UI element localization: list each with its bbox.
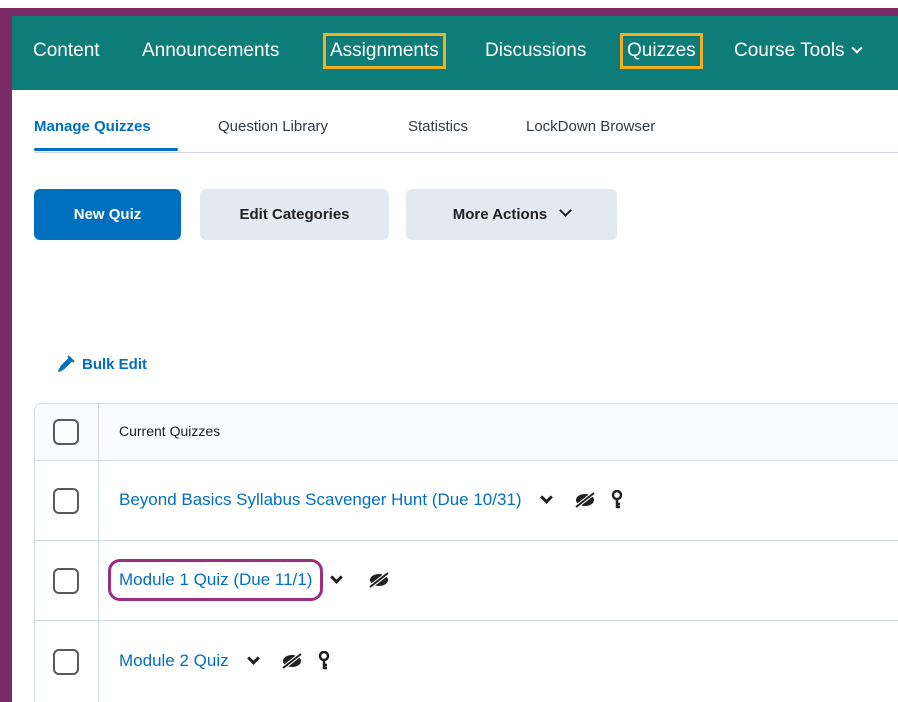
column-header-current-quizzes: Current Quizzes (119, 423, 221, 439)
nav-course-tools[interactable]: Course Tools (734, 40, 863, 62)
chevron-down-icon[interactable] (539, 490, 553, 504)
new-quiz-label: New Quiz (73, 206, 142, 223)
more-actions-label: More Actions (452, 206, 548, 223)
new-quiz-button[interactable]: New Quiz (34, 189, 181, 240)
restricted-key-icon (318, 651, 330, 671)
chevron-down-icon[interactable] (330, 570, 344, 584)
nav-announcements[interactable]: Announcements (142, 40, 279, 62)
tab-statistics[interactable]: Statistics (408, 118, 468, 135)
bulk-edit-button[interactable]: Bulk Edit (56, 353, 147, 375)
checkbox-column-divider (98, 404, 99, 702)
quiz-cell: Module 2 Quiz (119, 651, 330, 671)
edit-categories-button[interactable]: Edit Categories (200, 189, 389, 240)
row-checkbox[interactable] (53, 488, 79, 514)
course-navbar: Content Announcements Assignments Discus… (12, 16, 898, 90)
frame-border-left (0, 14, 12, 702)
edit-categories-label: Edit Categories (239, 206, 350, 223)
table-row: Module 2 Quiz (35, 621, 898, 702)
nav-assignments[interactable]: Assignments (323, 33, 446, 69)
hidden-eye-icon (367, 571, 391, 589)
nav-course-tools-label: Course Tools (734, 40, 845, 61)
tab-lockdown-browser[interactable]: LockDown Browser (526, 118, 655, 135)
table-header-row: Current Quizzes (35, 404, 898, 461)
quiz-title-link[interactable]: Beyond Basics Syllabus Scavenger Hunt (D… (119, 490, 522, 510)
chevron-down-icon (850, 42, 863, 54)
chevron-down-icon (559, 204, 573, 217)
row-checkbox[interactable] (53, 568, 79, 594)
nav-content[interactable]: Content (33, 40, 100, 62)
restricted-key-icon (611, 490, 623, 510)
nav-discussions[interactable]: Discussions (485, 40, 586, 62)
subnav-divider (34, 152, 898, 153)
pencil-icon (58, 355, 75, 372)
quiz-title-link[interactable]: Module 2 Quiz (119, 651, 229, 671)
nav-quizzes[interactable]: Quizzes (620, 33, 703, 69)
quiz-title-link[interactable]: Module 1 Quiz (Due 11/1) (107, 559, 324, 601)
tab-manage-quizzes[interactable]: Manage Quizzes (34, 118, 151, 135)
table-row: Beyond Basics Syllabus Scavenger Hunt (D… (35, 461, 898, 541)
hidden-eye-icon (280, 652, 304, 670)
table-row: Module 1 Quiz (Due 11/1) (35, 541, 898, 621)
quiz-cell: Beyond Basics Syllabus Scavenger Hunt (D… (119, 490, 623, 510)
quiz-cell: Module 1 Quiz (Due 11/1) (107, 559, 391, 601)
tab-question-library[interactable]: Question Library (218, 118, 328, 135)
more-actions-button[interactable]: More Actions (406, 189, 617, 240)
frame-border-top (0, 8, 898, 16)
select-all-checkbox[interactable] (53, 419, 79, 445)
quizzes-table: Current Quizzes Beyond Basics Syllabus S… (34, 403, 898, 702)
row-checkbox[interactable] (53, 649, 79, 675)
bulk-edit-label: Bulk Edit (82, 355, 148, 373)
active-tab-indicator (34, 148, 178, 151)
hidden-eye-icon (573, 491, 597, 509)
chevron-down-icon[interactable] (246, 651, 260, 665)
